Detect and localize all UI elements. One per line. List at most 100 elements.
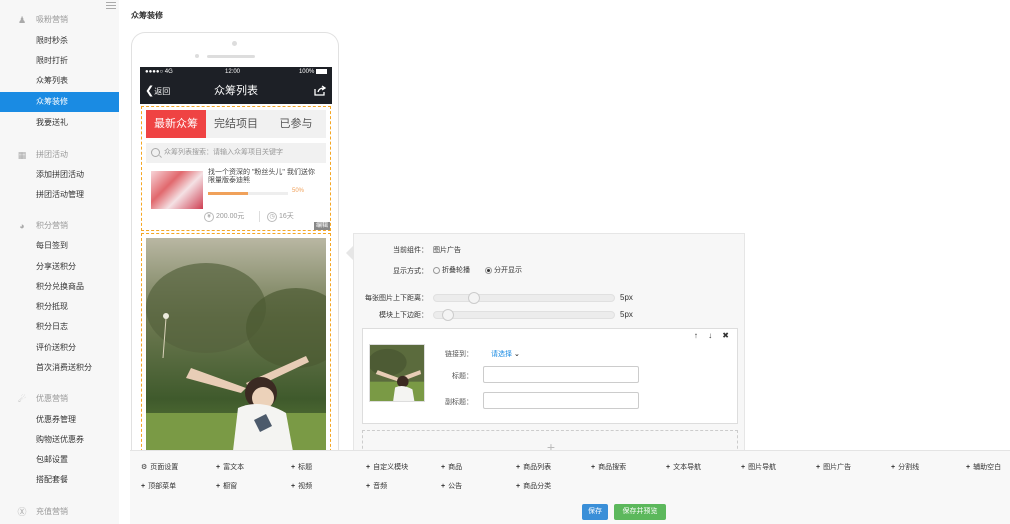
tool-audio[interactable]: + 音频 bbox=[366, 481, 387, 491]
sidebar-item-add-group-buy[interactable]: 添加拼团活动 bbox=[0, 165, 119, 185]
grid-icon: ▦ bbox=[17, 150, 27, 160]
sidebar-item-send-gift[interactable]: 我要送礼 bbox=[0, 113, 119, 133]
horn-icon: ☄ bbox=[17, 394, 27, 404]
sidebar-group-fans[interactable]: ♟ 吸粉营销 bbox=[0, 10, 119, 30]
sidebar-item-combo[interactable]: 搭配套餐 bbox=[0, 470, 119, 490]
list-item[interactable]: 找一个资深的 "粉丝头儿" 我们送你限量版泰迪熊 50% ¥200.00元 ◷ 1… bbox=[146, 167, 326, 227]
sidebar-item-points-exchange[interactable]: 积分兑换商品 bbox=[0, 277, 119, 297]
phone-camera bbox=[232, 41, 237, 46]
sidebar-group-group-buy[interactable]: ▦ 拼团活动 bbox=[0, 145, 119, 165]
sidebar-item-review-points[interactable]: 评价送积分 bbox=[0, 338, 119, 358]
radio-carousel[interactable]: 折叠轮播 bbox=[433, 265, 470, 275]
sidebar-item-shopping-coupon[interactable]: 购物送优惠券 bbox=[0, 430, 119, 450]
radio-checked-icon bbox=[485, 266, 492, 274]
tool-divider[interactable]: + 分割线 bbox=[891, 462, 919, 472]
editor-pointer bbox=[346, 246, 353, 260]
current-component-value: 图片广告 bbox=[433, 247, 461, 254]
back-button[interactable]: ❮返回 bbox=[145, 78, 170, 105]
component-toolbar: ⚙ 页面设置 + 富文本 + 标题 + 自定义模块 + 商品 + 商品列表 + 商品搜索 + 文… bbox=[130, 450, 1010, 524]
image-item-card: ↑ ↓ ✖ 链接到： 请选择 ⌄ 标题： 副标题： bbox=[362, 328, 738, 424]
product-thumbnail bbox=[151, 171, 203, 209]
subtitle-input[interactable] bbox=[483, 392, 639, 409]
plus-icon: + bbox=[291, 464, 296, 471]
slider-handle[interactable] bbox=[468, 292, 480, 304]
carrier-signal: ●●●●○ 4G bbox=[145, 69, 173, 75]
plus-icon: + bbox=[441, 464, 446, 471]
card-controls[interactable]: ↑ ↓ ✖ bbox=[694, 331, 733, 340]
tool-product-search[interactable]: + 商品搜索 bbox=[591, 462, 626, 472]
tool-top-menu[interactable]: + 顶部菜单 bbox=[141, 481, 176, 491]
plus-icon: + bbox=[591, 464, 596, 471]
plus-icon: + bbox=[141, 483, 146, 490]
tool-notice[interactable]: + 公告 bbox=[441, 481, 462, 491]
save-button[interactable]: 保存 bbox=[582, 504, 608, 520]
gear-icon: ⚙ bbox=[141, 464, 148, 471]
block-margin-value: 5px bbox=[620, 310, 633, 319]
tool-product[interactable]: + 商品 bbox=[441, 462, 462, 472]
raised-amount: ¥200.00元 bbox=[204, 211, 244, 222]
subtitle-label: 副标题： bbox=[445, 399, 473, 406]
image-spacing-slider[interactable] bbox=[433, 292, 615, 304]
tool-rich-text[interactable]: + 富文本 bbox=[216, 462, 244, 472]
divider bbox=[259, 211, 260, 222]
image-ad-module[interactable] bbox=[141, 233, 331, 462]
sidebar-item-limited-discount[interactable]: 限时打折 bbox=[0, 51, 119, 71]
title-input[interactable] bbox=[483, 366, 639, 383]
edit-tag[interactable]: 编辑 bbox=[313, 222, 330, 230]
tool-product-category[interactable]: + 商品分类 bbox=[516, 481, 551, 491]
tool-showcase[interactable]: + 橱窗 bbox=[216, 481, 237, 491]
block-margin-label: 模块上下边距： bbox=[379, 312, 428, 319]
slider-handle[interactable] bbox=[442, 309, 454, 321]
pie-chart-icon: ◕ bbox=[19, 221, 25, 231]
sidebar-item-manage-group-buy[interactable]: 拼团活动管理 bbox=[0, 185, 119, 205]
tool-video[interactable]: + 视频 bbox=[291, 481, 312, 491]
sidebar-item-points-log[interactable]: 积分日志 bbox=[0, 317, 119, 337]
phone-speaker bbox=[207, 55, 255, 58]
phone-sensor bbox=[195, 54, 199, 58]
search-input[interactable]: 众筹列表搜索：请输入众筹项目关键字 bbox=[146, 143, 326, 163]
sidebar-item-share-points[interactable]: 分享送积分 bbox=[0, 257, 119, 277]
block-margin-slider[interactable] bbox=[433, 309, 615, 321]
sidebar-item-free-shipping[interactable]: 包邮设置 bbox=[0, 450, 119, 470]
sidebar-item-first-purchase-points[interactable]: 首次消费送积分 bbox=[0, 358, 119, 378]
sidebar-item-flash-sale[interactable]: 限时秒杀 bbox=[0, 31, 119, 51]
sidebar-item-crowdfund-list[interactable]: 众筹列表 bbox=[0, 71, 119, 91]
link-select[interactable]: 请选择 ⌄ bbox=[491, 349, 520, 359]
component-editor: 当前组件： 图片广告 显示方式： 折叠轮播 分开显示 每张图片上下距离： 5px… bbox=[353, 233, 745, 454]
tool-image-nav[interactable]: + 图片导航 bbox=[741, 462, 776, 472]
days-left: ◷ 16天 bbox=[267, 211, 294, 222]
sidebar-item-coupon-manage[interactable]: 优惠券管理 bbox=[0, 410, 119, 430]
tab-latest[interactable]: 最新众筹 bbox=[146, 110, 206, 138]
tool-blank-space[interactable]: + 辅助空白 bbox=[966, 462, 1001, 472]
menu-toggle-icon[interactable] bbox=[106, 2, 116, 10]
product-title: 找一个资深的 "粉丝头儿" 我们送你限量版泰迪熊 bbox=[208, 169, 315, 184]
tab-completed[interactable]: 完结项目 bbox=[206, 110, 266, 138]
tool-text-nav[interactable]: + 文本导航 bbox=[666, 462, 701, 472]
search-icon bbox=[151, 148, 160, 157]
tool-image-ad[interactable]: + 图片广告 bbox=[816, 462, 851, 472]
image-spacing-label: 每张图片上下距离： bbox=[365, 295, 428, 302]
tool-custom-module[interactable]: + 自定义模块 bbox=[366, 462, 408, 472]
sidebar-item-daily-checkin[interactable]: 每日签到 bbox=[0, 236, 119, 256]
tool-page-settings[interactable]: ⚙ 页面设置 bbox=[141, 462, 178, 472]
sidebar-item-points-deduct[interactable]: 积分抵现 bbox=[0, 297, 119, 317]
sidebar-group-points[interactable]: ◕ 积分营销 bbox=[0, 216, 119, 236]
plus-icon: + bbox=[216, 483, 221, 490]
page-title: 众筹装修 bbox=[131, 11, 163, 20]
sidebar: ♟ 吸粉营销 限时秒杀 限时打折 众筹列表 众筹装修 我要送礼 ▦ 拼团活动 添… bbox=[0, 0, 119, 524]
sidebar-group-recharge[interactable]: Ⓧ 充值营销 bbox=[0, 502, 119, 522]
save-preview-button[interactable]: 保存并预览 bbox=[614, 504, 666, 520]
tool-title[interactable]: + 标题 bbox=[291, 462, 312, 472]
tab-joined[interactable]: 已参与 bbox=[266, 110, 326, 138]
plus-icon: + bbox=[816, 464, 821, 471]
radio-separate[interactable]: 分开显示 bbox=[485, 265, 522, 275]
image-thumbnail[interactable] bbox=[369, 344, 425, 402]
sidebar-item-crowdfund-decor[interactable]: 众筹装修 bbox=[0, 92, 119, 112]
ad-photo bbox=[146, 238, 326, 462]
sidebar-group-coupon[interactable]: ☄ 优惠营销 bbox=[0, 389, 119, 409]
tool-product-list[interactable]: + 商品列表 bbox=[516, 462, 551, 472]
crowdfund-list-module[interactable]: 最新众筹 完结项目 已参与 众筹列表搜索：请输入众筹项目关键字 找一个资深的 "… bbox=[141, 106, 331, 231]
share-icon[interactable] bbox=[314, 85, 326, 96]
radio-icon bbox=[433, 266, 440, 274]
status-time: 12:00 bbox=[225, 69, 241, 75]
